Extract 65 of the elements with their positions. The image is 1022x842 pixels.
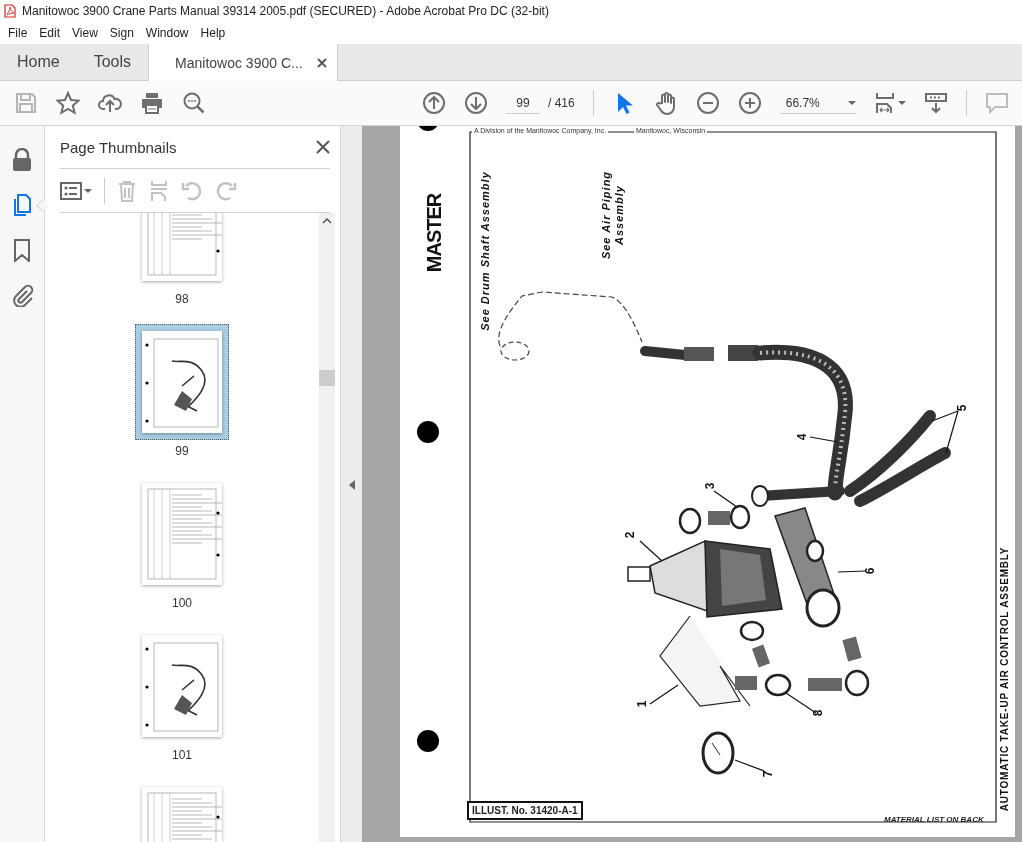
lock-icon[interactable]	[10, 148, 34, 172]
leader-line	[809, 436, 839, 443]
part-number: 3	[703, 482, 717, 490]
arrow-down-circle-icon[interactable]	[464, 91, 488, 115]
page-number-label: 99	[175, 444, 189, 460]
stamp-text: MASTER	[422, 193, 446, 273]
close-icon[interactable]	[316, 57, 327, 68]
paperclip-icon[interactable]	[10, 283, 34, 307]
menu-item[interactable]: Window	[139, 26, 195, 40]
page-number-label: 98	[175, 292, 189, 308]
page-count: / 416	[548, 96, 575, 110]
caret-icon	[847, 100, 856, 105]
part-number: 8	[811, 709, 825, 717]
panel-title: Page Thumbnails	[60, 138, 177, 156]
leader-line	[649, 684, 679, 705]
hand-icon[interactable]	[653, 91, 678, 115]
cloud-upload-icon[interactable]	[98, 91, 122, 115]
window-title: Manitowoc 3900 Crane Parts Manual 39314 2005.pdf (SECURED) - Adobe Acrobat Pro DC (32-bit)	[22, 4, 549, 18]
pdf-file-icon	[4, 4, 16, 18]
scroll-mode-icon[interactable]	[923, 91, 948, 115]
callout-text: See Air Piping Assembly	[600, 169, 626, 261]
menu-item[interactable]: Sign	[103, 26, 140, 40]
assembly-title: AUTOMATIC TAKE-UP AIR CONTROL ASSEMBLY	[998, 546, 1010, 812]
menu-item[interactable]: View	[66, 26, 104, 40]
zoom-in-icon[interactable]	[737, 91, 762, 115]
illustration-number: ILLUST. No. 31420-A-1	[467, 801, 583, 820]
leader-line	[837, 570, 867, 573]
leader-line	[734, 759, 765, 772]
part-number: 6	[863, 567, 877, 575]
close-icon[interactable]	[316, 140, 330, 154]
leader-line	[713, 490, 738, 508]
page-number-label: 101	[172, 748, 192, 764]
fit-page-icon[interactable]	[873, 91, 896, 115]
page-number-label: 100	[172, 596, 192, 612]
scrollbar-thumb[interactable]	[319, 370, 335, 386]
part-number: 4	[795, 433, 809, 441]
part-number: 2	[623, 531, 637, 539]
punch-hole	[417, 126, 439, 131]
menu-item[interactable]: File	[2, 26, 34, 40]
arrow-up-circle-icon[interactable]	[422, 91, 446, 115]
caret-icon[interactable]	[84, 188, 92, 193]
star-icon[interactable]	[56, 91, 80, 115]
collapse-arrow-icon[interactable]	[348, 479, 355, 490]
punch-hole	[417, 730, 439, 752]
footer-note: MATERIAL LIST ON BACK	[884, 815, 984, 824]
scrollbar[interactable]	[319, 213, 335, 842]
zoom-field[interactable]: 66.7%	[779, 92, 856, 114]
zoom-out-icon[interactable]	[695, 91, 720, 115]
page-thumbnail[interactable]	[135, 324, 229, 440]
menu-item[interactable]: Edit	[33, 26, 67, 40]
search-icon[interactable]	[182, 91, 206, 115]
print-icon[interactable]	[140, 91, 164, 115]
options-list-icon[interactable]	[60, 181, 82, 200]
nav-tab[interactable]: Home	[0, 44, 77, 80]
punch-hole	[417, 421, 439, 443]
callout-text: See Drum Shaft Assembly	[479, 171, 491, 331]
part-number: 7	[761, 770, 775, 778]
part-number: 1	[635, 700, 649, 708]
caret-icon[interactable]	[897, 101, 906, 105]
menu-item[interactable]: Help	[194, 26, 232, 40]
part-number: 5	[955, 404, 969, 412]
page-number-field[interactable]: 99	[506, 92, 540, 114]
document-tab[interactable]: Manitowoc 3900 C...	[148, 44, 338, 81]
nav-tab[interactable]: Tools	[76, 44, 149, 80]
leader-line	[639, 540, 663, 562]
